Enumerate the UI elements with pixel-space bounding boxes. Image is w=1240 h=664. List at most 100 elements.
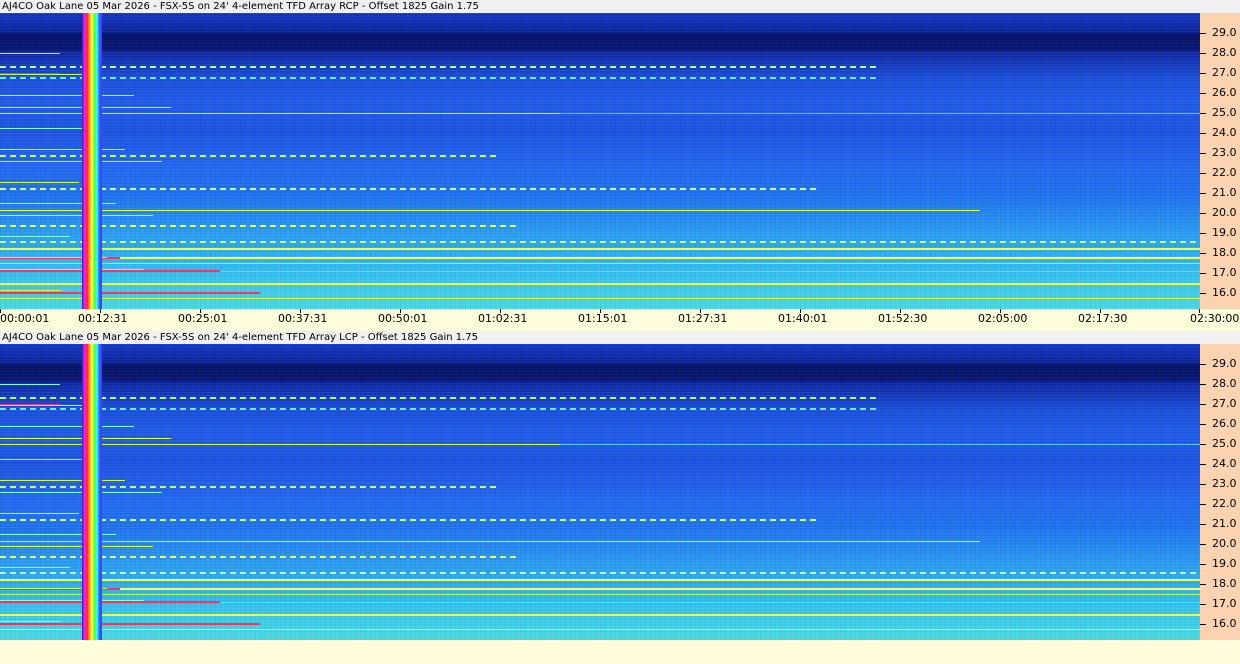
interference-line xyxy=(0,623,260,625)
noise-streak xyxy=(0,182,79,183)
panel-title-rcp: AJ4CO Oak Lane 05 Mar 2026 - FSX-5S on 2… xyxy=(0,0,1240,13)
freq-tick xyxy=(1200,584,1206,585)
freq-tick xyxy=(1200,464,1206,465)
freq-label: 16.0 xyxy=(1212,286,1237,299)
freq-tick xyxy=(1200,524,1206,525)
freq-tick xyxy=(1200,484,1206,485)
noise-streak xyxy=(0,128,88,129)
dashed-carrier xyxy=(0,225,520,227)
freq-label: 24.0 xyxy=(1212,457,1237,470)
freq-tick xyxy=(1200,93,1206,94)
freq-label: 27.0 xyxy=(1212,66,1237,79)
time-label: 00:37:31 xyxy=(278,312,328,325)
spectrogram-noise-texture xyxy=(0,344,1200,640)
noise-streak xyxy=(0,567,70,568)
noise-streak xyxy=(0,95,134,96)
freq-label: 18.0 xyxy=(1212,577,1237,590)
panel-title-lcp: AJ4CO Oak Lane 05 Mar 2026 - FSX-5S on 2… xyxy=(0,331,1240,344)
noise-streak xyxy=(0,290,61,291)
signal-line xyxy=(0,629,1200,630)
freq-tick xyxy=(1200,193,1206,194)
freq-label: 17.0 xyxy=(1212,597,1237,610)
freq-label: 21.0 xyxy=(1212,186,1237,199)
interference-line xyxy=(0,292,260,294)
freq-tick xyxy=(1200,53,1206,54)
time-label: 00:25:01 xyxy=(178,312,228,325)
freq-tick xyxy=(1200,233,1206,234)
signal-line xyxy=(0,588,1200,590)
noise-streak xyxy=(0,149,125,150)
frequency-axis-rcp: 29.0 28.0 27.0 26.0 25.0 24.0 23.0 22.0 21.0 20.0… xyxy=(1200,13,1240,309)
calibration-strip xyxy=(82,344,102,640)
freq-tick xyxy=(1200,173,1206,174)
freq-label: 23.0 xyxy=(1212,146,1237,159)
freq-tick xyxy=(1200,253,1206,254)
freq-label: 22.0 xyxy=(1212,166,1237,179)
freq-tick xyxy=(1200,544,1206,545)
freq-label: 17.0 xyxy=(1212,266,1237,279)
freq-tick xyxy=(1200,33,1206,34)
freq-tick xyxy=(1200,273,1206,274)
freq-label: 22.0 xyxy=(1212,497,1237,510)
spectrogram-rcp[interactable] xyxy=(0,13,1200,309)
freq-label: 25.0 xyxy=(1212,106,1237,119)
noise-streak xyxy=(0,600,144,601)
dark-band xyxy=(0,364,1200,382)
freq-label: 20.0 xyxy=(1212,537,1237,550)
dashed-carrier xyxy=(0,66,880,68)
time-label: 01:52:30 xyxy=(878,312,928,325)
freq-tick xyxy=(1200,213,1206,214)
signal-line xyxy=(0,210,980,211)
time-label: 02:17:30 xyxy=(1078,312,1128,325)
time-label: 01:15:01 xyxy=(578,312,628,325)
freq-tick xyxy=(1200,404,1206,405)
freq-label: 25.0 xyxy=(1212,437,1237,450)
freq-tick xyxy=(1200,113,1206,114)
freq-label: 29.0 xyxy=(1212,357,1237,370)
freq-tick xyxy=(1200,564,1206,565)
noise-streak xyxy=(0,236,70,237)
freq-label: 21.0 xyxy=(1212,517,1237,530)
freq-tick xyxy=(1200,384,1206,385)
time-label: 02:05:00 xyxy=(978,312,1028,325)
time-label: 00:12:31 xyxy=(78,312,128,325)
time-label: 00:00:01 xyxy=(0,312,50,325)
freq-label: 20.0 xyxy=(1212,206,1237,219)
time-label: 01:40:01 xyxy=(778,312,828,325)
freq-tick xyxy=(1200,624,1206,625)
dashed-carrier xyxy=(0,408,880,410)
dashed-carrier xyxy=(0,397,880,399)
spectrogram-lcp[interactable] xyxy=(0,344,1200,640)
freq-label: 19.0 xyxy=(1212,557,1237,570)
noise-streak xyxy=(0,513,79,514)
interference-line xyxy=(0,270,220,272)
freq-label: 16.0 xyxy=(1212,617,1237,630)
signal-line xyxy=(0,263,1200,264)
noise-streak xyxy=(0,492,162,493)
noise-streak xyxy=(0,546,153,547)
freq-tick xyxy=(1200,444,1206,445)
interference-line xyxy=(0,601,220,603)
noise-streak xyxy=(0,215,153,216)
dark-band xyxy=(0,33,1200,51)
dashed-carrier xyxy=(0,241,1200,243)
dashed-carrier xyxy=(0,155,500,157)
freq-tick xyxy=(1200,73,1206,74)
signal-line xyxy=(0,614,1200,616)
signal-line xyxy=(0,283,1200,285)
signal-line xyxy=(0,257,1200,259)
freq-tick xyxy=(1200,364,1206,365)
signal-line xyxy=(0,579,1200,581)
dashed-carrier xyxy=(0,486,500,488)
signal-line xyxy=(0,248,1200,250)
freq-label: 28.0 xyxy=(1212,46,1237,59)
time-label: 02:30:00 xyxy=(1190,312,1240,325)
frequency-axis-lcp: 29.0 28.0 27.0 26.0 25.0 24.0 23.0 22.0 21.0 20.0… xyxy=(1200,344,1240,640)
freq-label: 19.0 xyxy=(1212,226,1237,239)
dashed-carrier xyxy=(0,556,520,558)
dashed-carrier xyxy=(0,572,1200,574)
freq-tick xyxy=(1200,604,1206,605)
spectrogram-noise-texture xyxy=(0,13,1200,309)
time-label: 01:27:31 xyxy=(678,312,728,325)
noise-streak xyxy=(0,480,125,481)
